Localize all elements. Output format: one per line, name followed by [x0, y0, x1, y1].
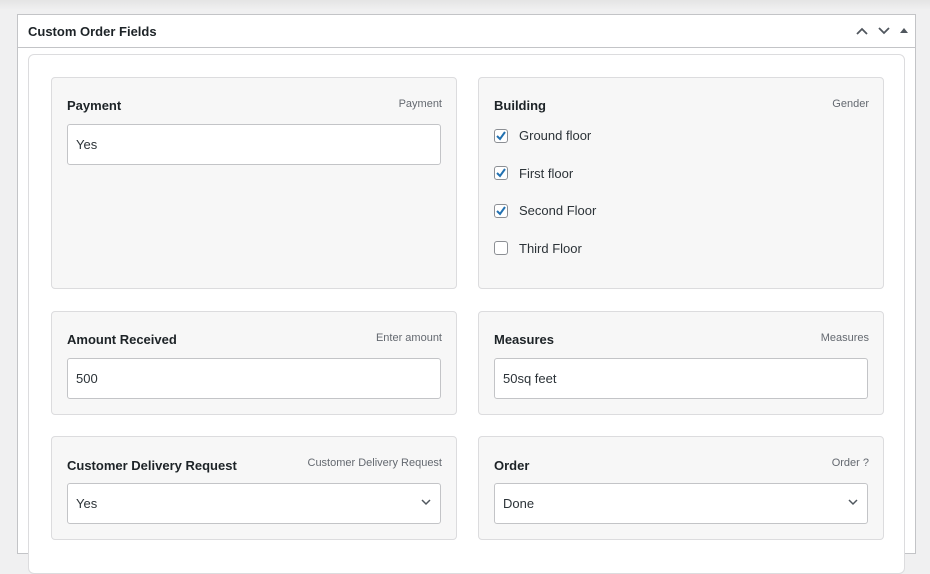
- building-option-checkbox[interactable]: Third Floor: [494, 241, 582, 256]
- building-option-checkbox[interactable]: Second Floor: [494, 203, 596, 218]
- payment-value: Yes: [76, 137, 98, 152]
- delivery-label: Customer Delivery Request: [67, 458, 237, 473]
- building-option-label: Second Floor: [519, 203, 597, 218]
- building-hint: Gender: [832, 98, 869, 110]
- building-option-label: First floor: [519, 165, 574, 181]
- payment-field-card: Payment Payment Yes: [51, 77, 457, 289]
- checkbox-checked-icon[interactable]: [494, 203, 508, 218]
- payment-input[interactable]: Yes: [67, 124, 441, 165]
- payment-hint: Payment: [398, 98, 442, 110]
- custom-order-fields-panel: Custom Order Fields Payment Payment Yes …: [17, 14, 916, 574]
- measures-label: Measures: [494, 332, 554, 347]
- checkbox-checked-icon[interactable]: [494, 128, 508, 143]
- amount-value: 500: [76, 371, 98, 386]
- order-value: Done: [503, 496, 535, 511]
- order-hint: Order ?: [831, 457, 869, 469]
- measures-input[interactable]: 50sq feet: [494, 358, 868, 399]
- delivery-value: Yes: [76, 496, 98, 511]
- building-option-label: Ground floor: [519, 128, 592, 143]
- order-select[interactable]: Done: [494, 483, 868, 524]
- move-down-button[interactable]: [877, 23, 891, 41]
- delivery-field-card: Customer Delivery Request Customer Deliv…: [51, 436, 457, 540]
- amount-hint: Enter amount: [375, 332, 442, 344]
- chevron-down-icon: [420, 496, 432, 511]
- measures-hint: Measures: [820, 332, 869, 344]
- panel-header: Custom Order Fields: [18, 15, 915, 48]
- order-label: Order: [494, 458, 530, 473]
- delivery-select[interactable]: Yes: [67, 483, 441, 524]
- top-shadow: [0, 0, 930, 10]
- fields-container: Payment Payment Yes Building Gender Grou…: [28, 54, 905, 574]
- toggle-panel-button[interactable]: [899, 23, 909, 41]
- checkbox-unchecked-icon[interactable]: [494, 241, 508, 255]
- delivery-hint: Customer Delivery Request: [307, 457, 443, 469]
- move-up-button[interactable]: [855, 23, 869, 41]
- amount-label: Amount Received: [67, 332, 177, 347]
- checkbox-checked-icon[interactable]: [494, 166, 508, 180]
- chevron-down-icon: [847, 496, 859, 511]
- panel-title: Custom Order Fields: [28, 23, 157, 39]
- measures-value: 50sq feet: [503, 371, 557, 386]
- building-option-checkbox[interactable]: Ground floor: [494, 128, 591, 143]
- amount-field-card: Amount Received Enter amount 500: [51, 311, 457, 415]
- building-option-checkbox[interactable]: First floor: [494, 166, 573, 181]
- amount-input[interactable]: 500: [67, 358, 441, 399]
- payment-label: Payment: [67, 98, 122, 113]
- measures-field-card: Measures Measures 50sq feet: [478, 311, 884, 415]
- building-option-label: Third Floor: [519, 240, 582, 256]
- order-field-card: Order Order ? Done: [478, 436, 884, 540]
- building-label: Building: [494, 98, 546, 113]
- building-field-card: Building Gender Ground floor First floor S…: [478, 77, 884, 289]
